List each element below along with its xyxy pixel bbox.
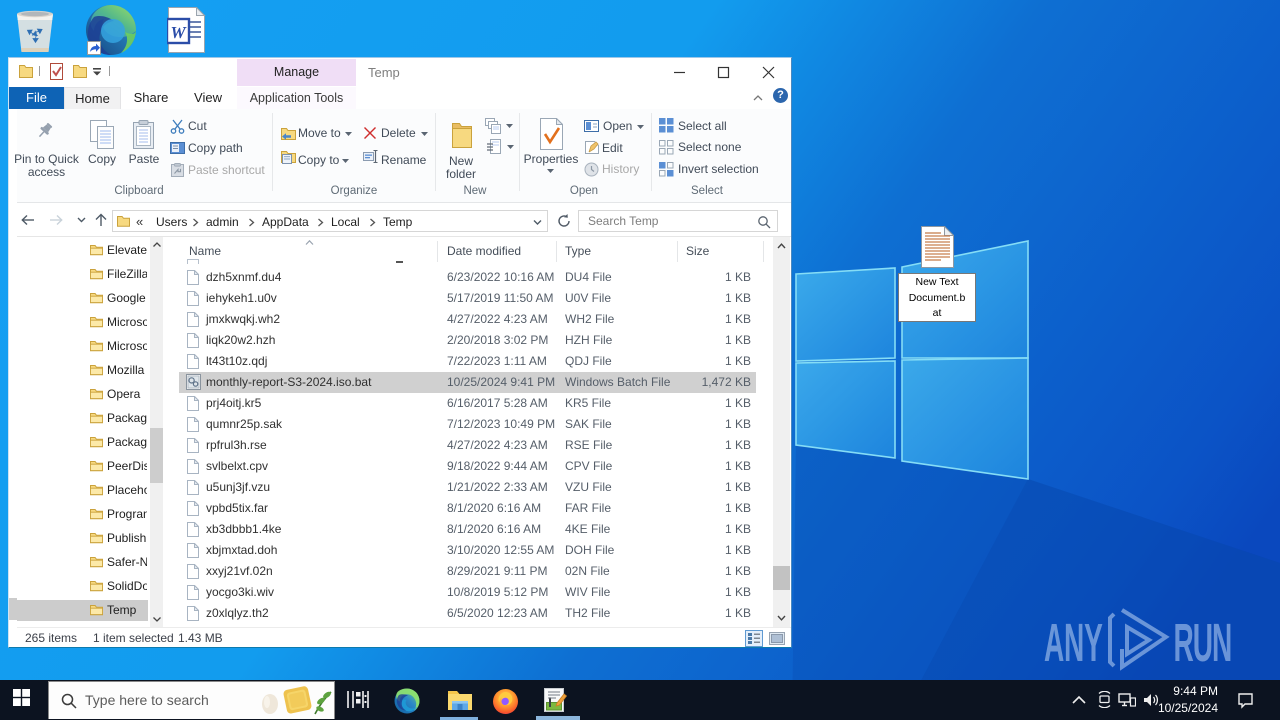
svg-text:ANY: ANY [1044, 613, 1103, 673]
svg-text:W: W [170, 23, 187, 42]
svg-text:RUN: RUN [1174, 613, 1233, 673]
